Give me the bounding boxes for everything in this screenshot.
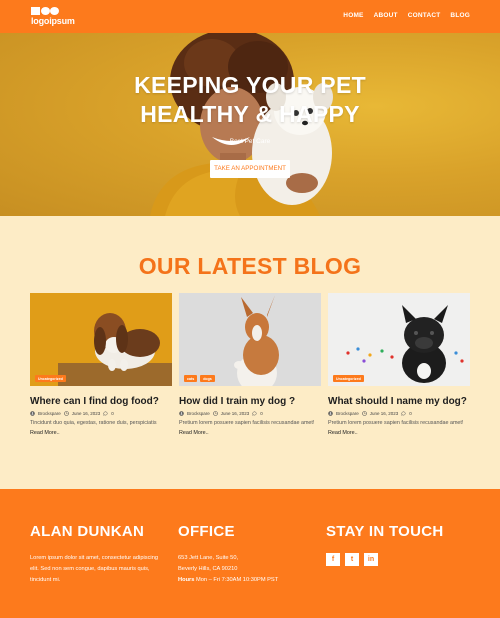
twitter-icon[interactable]: t: [345, 553, 359, 566]
footer-about: ALAN DUNKAN Lorem ipsum dolor sit amet, …: [30, 523, 158, 586]
nav-contact[interactable]: CONTACT: [408, 12, 441, 19]
facebook-icon[interactable]: f: [326, 553, 340, 566]
footer-contact-heading: STAY IN TOUCH: [326, 523, 444, 540]
blog-card: Uncategorized What should I name my dog?…: [328, 293, 470, 436]
beagle-photo: [30, 293, 172, 386]
author-name[interactable]: Brockspare: [187, 411, 210, 416]
author-icon: [179, 411, 184, 416]
blog-card-excerpt: Pretium lorem posuere sapien facilisis r…: [179, 420, 315, 426]
comment-icon: [103, 411, 108, 416]
blog-card-meta: Brockspare June 16, 2023 0: [30, 411, 172, 416]
office-address-line2: Beverly Hills, CA 90210: [178, 566, 238, 572]
blog-card-excerpt: Tincidunt duo quia, egestas, ratione dui…: [30, 420, 157, 426]
linkedin-icon[interactable]: in: [364, 553, 378, 566]
footer-about-text: Lorem ipsum dolor sit amet, consectetur …: [30, 555, 159, 583]
category-badge[interactable]: cats: [184, 375, 198, 382]
site-logo[interactable]: logoipsum: [31, 7, 81, 27]
site-header: logoipsum HOME ABOUT CONTACT BLOG: [0, 0, 500, 33]
footer-office-text: 653 Jett Lane, Suite 50, Beverly Hills, …: [178, 553, 278, 586]
author-icon: [328, 411, 333, 416]
blog-card: cats dogs How did I train my dog ? Brock…: [179, 293, 321, 436]
blog-card-title[interactable]: How did I train my dog ?: [179, 396, 321, 407]
comment-count[interactable]: 0: [409, 411, 412, 416]
blog-card-meta: Brockspare June 16, 2023 0: [328, 411, 470, 416]
read-more-link[interactable]: Read More..: [328, 430, 470, 436]
comment-icon: [252, 411, 257, 416]
blog-card: Uncategorized Where can I find dog food?…: [30, 293, 172, 436]
comment-icon: [401, 411, 406, 416]
footer-about-heading: ALAN DUNKAN: [30, 523, 145, 540]
logo-mark-icon: [31, 7, 61, 16]
author-icon: [30, 411, 35, 416]
nav-blog[interactable]: BLOG: [450, 12, 470, 19]
clock-icon: [361, 411, 367, 416]
social-links: f t in: [326, 553, 444, 566]
blog-card-title[interactable]: Where can I find dog food?: [30, 396, 172, 407]
footer-office-heading: OFFICE: [178, 523, 235, 540]
blog-card-image[interactable]: cats dogs: [179, 293, 321, 386]
comment-count[interactable]: 0: [111, 411, 114, 416]
author-name[interactable]: Brockspare: [38, 411, 61, 416]
category-badges: Uncategorized: [35, 375, 66, 382]
site-footer: ALAN DUNKAN Lorem ipsum dolor sit amet, …: [0, 489, 500, 618]
logo-text: logoipsum: [31, 16, 75, 26]
blog-card-excerpt: Pretium lorem posuere sapien facilisis r…: [328, 420, 464, 426]
office-hours: Hours Mon – Fri 7:30AM 10:30PM PST: [178, 577, 279, 583]
category-badges: Uncategorized: [333, 375, 364, 382]
read-more-link[interactable]: Read More..: [179, 430, 321, 436]
author-name[interactable]: Brockspare: [336, 411, 359, 416]
blog-card-image[interactable]: Uncategorized: [30, 293, 172, 386]
post-date: June 16, 2023: [220, 411, 250, 416]
blog-card-title[interactable]: What should I name my dog?: [328, 396, 470, 407]
hero-subtitle: Best Pet Care: [229, 138, 271, 145]
category-badge[interactable]: Uncategorized: [333, 375, 364, 382]
blog-card-image[interactable]: Uncategorized: [328, 293, 470, 386]
footer-contact: STAY IN TOUCH f t in: [326, 523, 444, 566]
main-nav: HOME ABOUT CONTACT BLOG: [343, 12, 470, 19]
clock-icon: [63, 411, 69, 416]
french-bulldog-photo: [328, 293, 470, 386]
post-date: June 16, 2023: [369, 411, 399, 416]
blog-heading: OUR LATEST BLOG: [138, 253, 362, 279]
basenji-photo: [179, 293, 321, 386]
comment-count[interactable]: 0: [260, 411, 263, 416]
category-badge[interactable]: dogs: [200, 375, 215, 382]
post-date: June 16, 2023: [71, 411, 101, 416]
blog-card-meta: Brockspare June 16, 2023 0: [179, 411, 321, 416]
hero-title: KEEPING YOUR PET HEALTHY & HAPPY: [134, 72, 366, 127]
office-address-line1: 653 Jett Lane, Suite 50,: [178, 555, 239, 561]
read-more-link[interactable]: Read More..: [30, 430, 172, 436]
footer-office: OFFICE 653 Jett Lane, Suite 50, Beverly …: [178, 523, 278, 586]
category-badges: cats dogs: [184, 375, 215, 382]
nav-about[interactable]: ABOUT: [374, 12, 398, 19]
clock-icon: [212, 411, 218, 416]
category-badge[interactable]: Uncategorized: [35, 375, 66, 382]
hero-banner: KEEPING YOUR PET HEALTHY & HAPPY Best Pe…: [0, 33, 500, 216]
appointment-button[interactable]: TAKE AN APPOINTMENT: [210, 160, 290, 178]
nav-home[interactable]: HOME: [343, 12, 363, 19]
